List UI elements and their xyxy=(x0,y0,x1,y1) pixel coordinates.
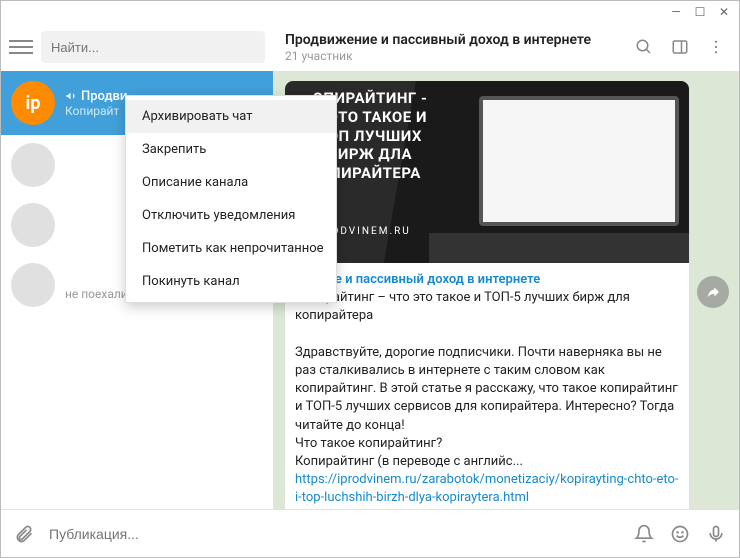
ctx-mark-unread[interactable]: Пометить как непрочитанное xyxy=(126,232,336,265)
ctx-pin[interactable]: Закрепить xyxy=(126,133,336,166)
message-text: Здравствуйте, дорогие подписчики. Почти … xyxy=(295,345,678,433)
ctx-mute[interactable]: Отключить уведомления xyxy=(126,199,336,232)
chat-subtitle: 21 участник xyxy=(285,49,619,63)
minimize-button[interactable]: — xyxy=(669,5,683,19)
close-button[interactable]: ✕ xyxy=(717,5,731,19)
more-icon[interactable] xyxy=(705,36,727,58)
sidepanel-icon[interactable] xyxy=(669,36,691,58)
search-input[interactable] xyxy=(51,40,255,55)
message[interactable]: ОПИРАЙТИНГ - О ЭТО ТАКОЕ И ТОП ЛУЧШИХ БИ… xyxy=(285,81,689,509)
search-box[interactable] xyxy=(41,31,265,63)
window-titlebar: — ☐ ✕ xyxy=(1,1,739,23)
chat-header[interactable]: Продвижение и пассивный доход в интернет… xyxy=(285,32,619,63)
menu-button[interactable] xyxy=(9,35,33,59)
message-hashtags[interactable]: #iprodvinem #Заработок, #Копирайтинг, #С… xyxy=(295,508,640,509)
mute-icon[interactable] xyxy=(633,523,655,545)
ctx-archive[interactable]: Архивировать чат xyxy=(126,100,336,133)
search-icon[interactable] xyxy=(633,36,655,58)
message-text: Копирайтинг – что это такое и ТОП-5 лучш… xyxy=(295,290,630,323)
emoji-icon[interactable] xyxy=(669,523,691,545)
compose-bar xyxy=(1,509,739,557)
attach-icon[interactable] xyxy=(13,523,35,545)
message-text: Что такое копирайтинг? xyxy=(295,436,442,451)
mic-icon[interactable] xyxy=(705,523,727,545)
chat-list-title: Продви xyxy=(81,89,127,104)
message-text: Копирайтинг (в переводе с английс... xyxy=(295,454,523,469)
topbar: Продвижение и пассивный доход в интернет… xyxy=(1,23,739,71)
maximize-button[interactable]: ☐ xyxy=(693,5,707,19)
chat-area: ОПИРАЙТИНГ - О ЭТО ТАКОЕ И ТОП ЛУЧШИХ БИ… xyxy=(273,71,739,509)
chat-title: Продвижение и пассивный доход в интернет… xyxy=(285,32,619,48)
compose-input[interactable] xyxy=(49,526,619,542)
channel-icon xyxy=(65,90,77,102)
ctx-description[interactable]: Описание канала xyxy=(126,166,336,199)
context-menu: Архивировать чат Закрепить Описание кана… xyxy=(125,95,337,303)
message-image[interactable]: ОПИРАЙТИНГ - О ЭТО ТАКОЕ И ТОП ЛУЧШИХ БИ… xyxy=(285,81,689,263)
ctx-leave[interactable]: Покинуть канал xyxy=(126,265,336,298)
message-link[interactable]: https://iprodvinem.ru/zarabotok/monetiza… xyxy=(295,472,679,505)
avatar: ip xyxy=(11,81,55,125)
forward-button[interactable] xyxy=(697,276,729,308)
